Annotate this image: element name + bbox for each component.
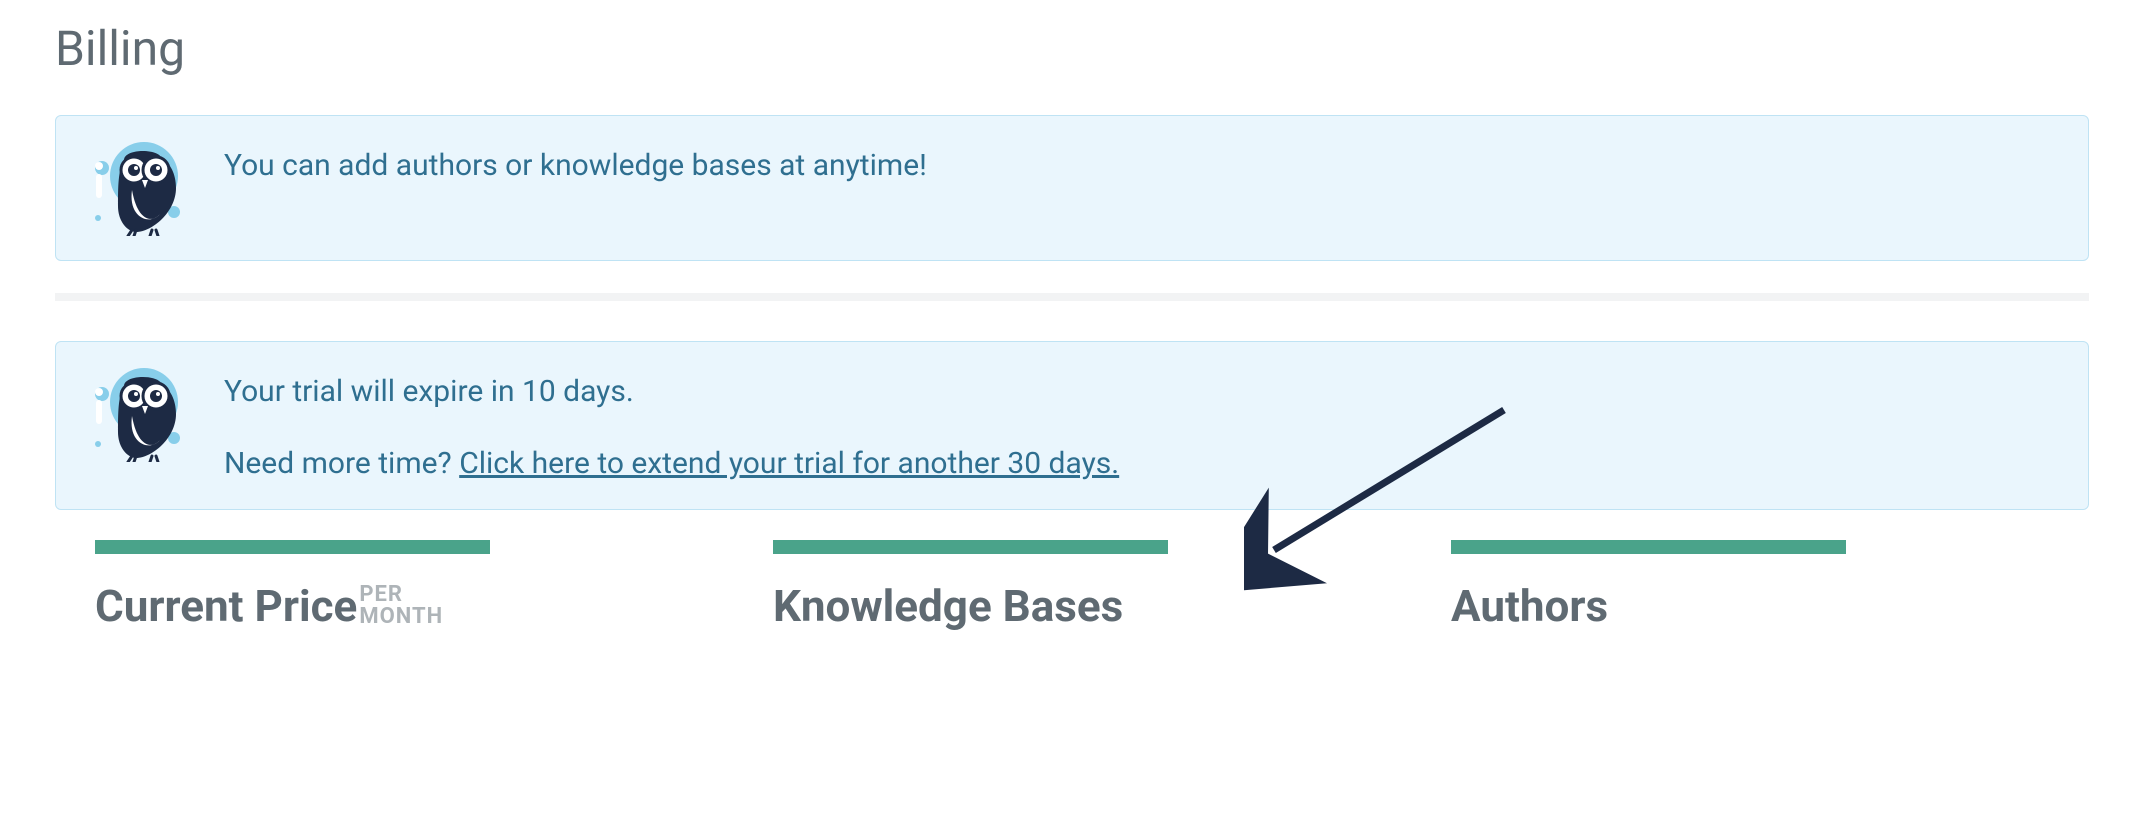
stat-knowledge-bases: Knowledge Bases (773, 540, 1371, 632)
section-divider (55, 293, 2089, 301)
stat-current-price: Current Price PER MONTH (95, 540, 693, 632)
page-title: Billing (55, 20, 2089, 77)
stat-sub-line1: PER (359, 584, 443, 606)
stat-label: Knowledge Bases (773, 580, 1123, 632)
stat-heading-authors: Authors (1451, 580, 2049, 632)
extend-trial-link[interactable]: Click here to extend your trial for anot… (459, 446, 1119, 481)
info-banner-add-authors: You can add authors or knowledge bases a… (55, 115, 2089, 261)
trial-extend-prefix: Need more time? (224, 446, 459, 481)
stat-sub-line2: MONTH (359, 606, 443, 628)
stat-bar (95, 540, 490, 554)
stat-label: Authors (1451, 580, 1608, 632)
trial-extend-line: Need more time? Click here to extend you… (224, 442, 1119, 486)
trial-expiry-message: Your trial will expire in 10 days. (224, 370, 1119, 414)
stat-bar (1451, 540, 1846, 554)
owl-icon (88, 140, 188, 236)
stat-sublabel-per-month: PER MONTH (359, 584, 443, 628)
stat-authors: Authors (1451, 540, 2049, 632)
banner-trial-text: Your trial will expire in 10 days. Need … (224, 366, 1119, 485)
stat-heading-price: Current Price PER MONTH (95, 580, 693, 632)
stats-row: Current Price PER MONTH Knowledge Bases … (55, 540, 2089, 632)
stat-heading-kb: Knowledge Bases (773, 580, 1371, 632)
stat-label: Current Price (95, 580, 357, 632)
info-banner-trial: Your trial will expire in 10 days. Need … (55, 341, 2089, 510)
stat-bar (773, 540, 1168, 554)
owl-icon (88, 366, 188, 462)
banner-message: You can add authors or knowledge bases a… (224, 140, 927, 188)
